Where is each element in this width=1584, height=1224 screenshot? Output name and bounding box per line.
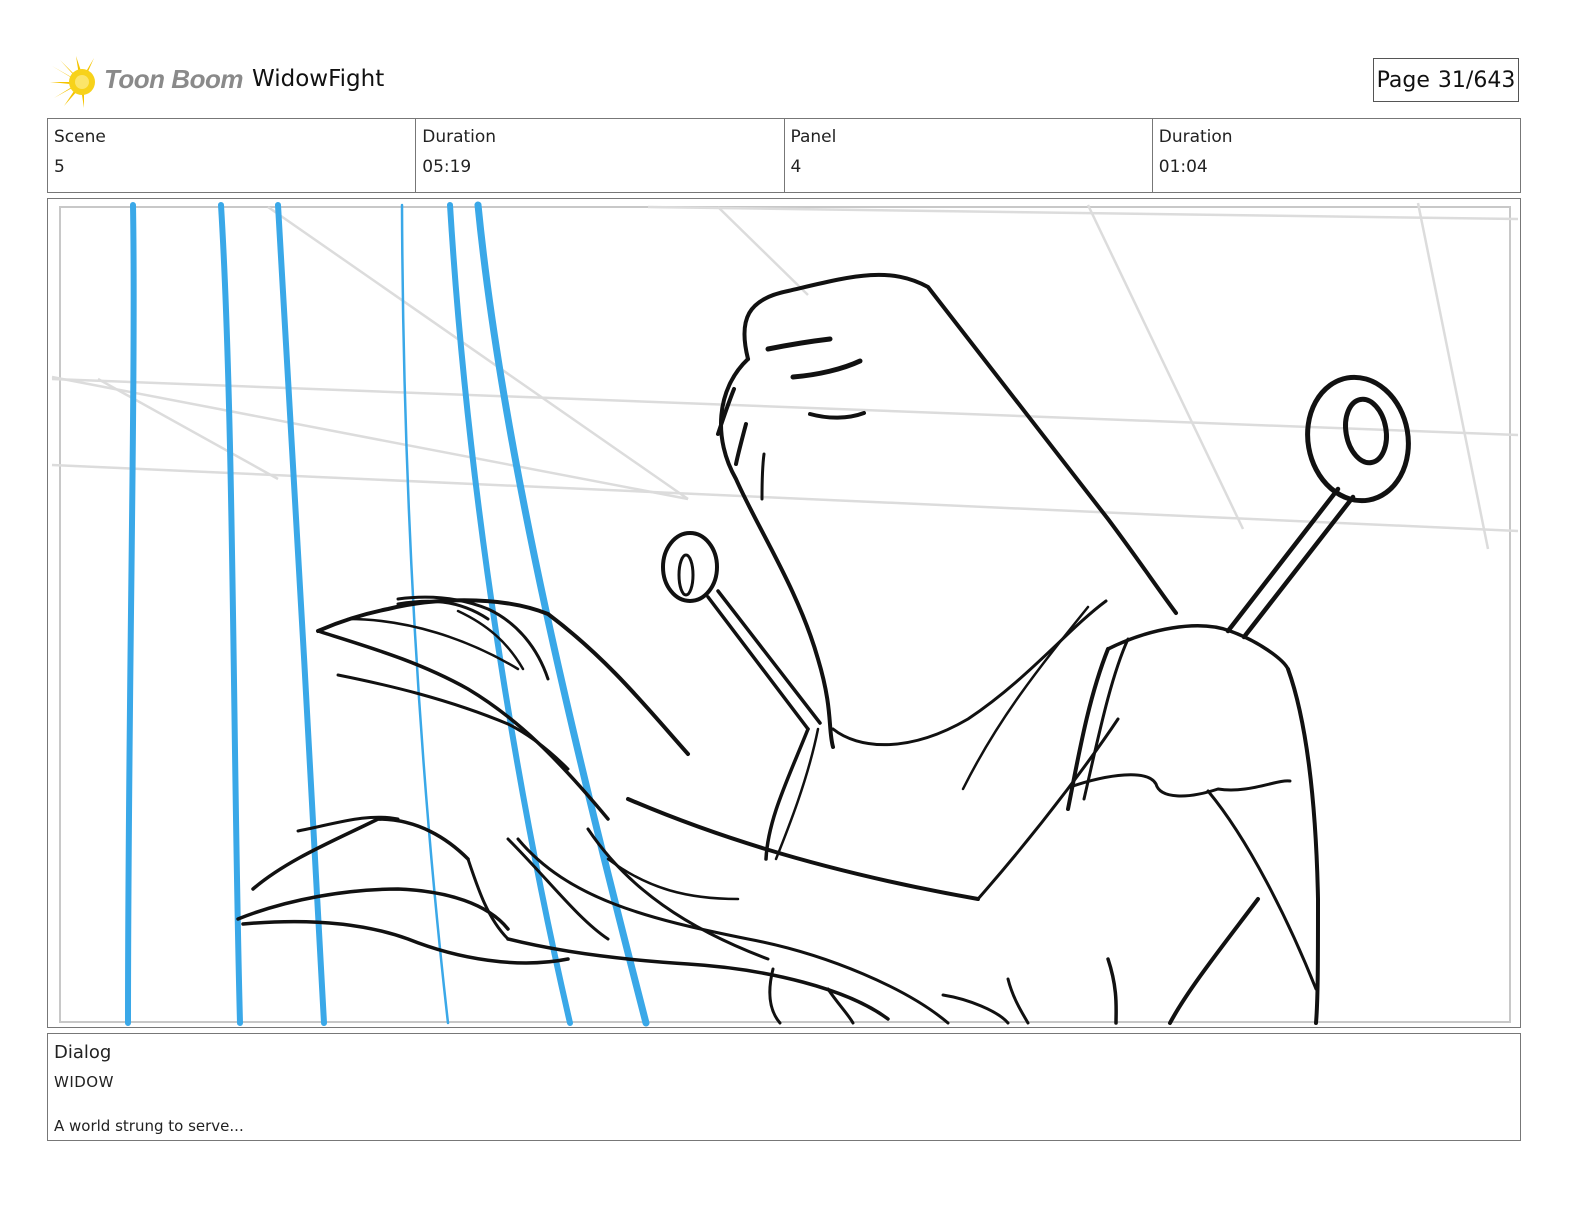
project-title: WidowFight	[252, 66, 385, 92]
panel-duration-value: 01:04	[1158, 157, 1208, 177]
panel-info-table: Scene 5 Duration 05:19 Panel 4 Duration …	[47, 118, 1521, 193]
harp-strings	[125, 201, 650, 1027]
dialog-box: Dialog WIDOW A world strung to serve...	[47, 1033, 1521, 1141]
panel-label: Panel	[790, 127, 837, 147]
panel-duration-cell: Duration 01:04	[1153, 119, 1520, 192]
page-indicator: Page 31/643	[1373, 58, 1519, 102]
dialog-label: Dialog	[54, 1042, 112, 1063]
perspective-guides	[51, 202, 1519, 550]
panel-duration-label: Duration	[1158, 127, 1233, 147]
panel-value: 4	[790, 157, 802, 177]
safe-area-frame	[59, 206, 1511, 1023]
scene-duration-cell: Duration 05:19	[416, 119, 785, 192]
logo-text: Toon Boom	[104, 64, 243, 94]
storyboard-panel	[47, 198, 1521, 1028]
harp-string	[218, 202, 243, 1026]
scene-cell: Scene 5	[48, 119, 417, 192]
panel-drawing	[51, 201, 1519, 1027]
scene-label: Scene	[54, 127, 106, 147]
scene-duration-label: Duration	[422, 127, 497, 147]
dialog-speaker: WIDOW	[54, 1073, 114, 1091]
panel-cell: Panel 4	[785, 119, 1153, 192]
scene-duration-value: 05:19	[422, 157, 472, 177]
harp-string	[125, 202, 137, 1026]
dialog-line: A world strung to serve...	[54, 1117, 244, 1135]
page-label: Page	[1376, 67, 1430, 93]
scene-value: 5	[54, 157, 65, 177]
harp-string	[474, 201, 650, 1027]
page-value: 31/643	[1437, 67, 1516, 93]
